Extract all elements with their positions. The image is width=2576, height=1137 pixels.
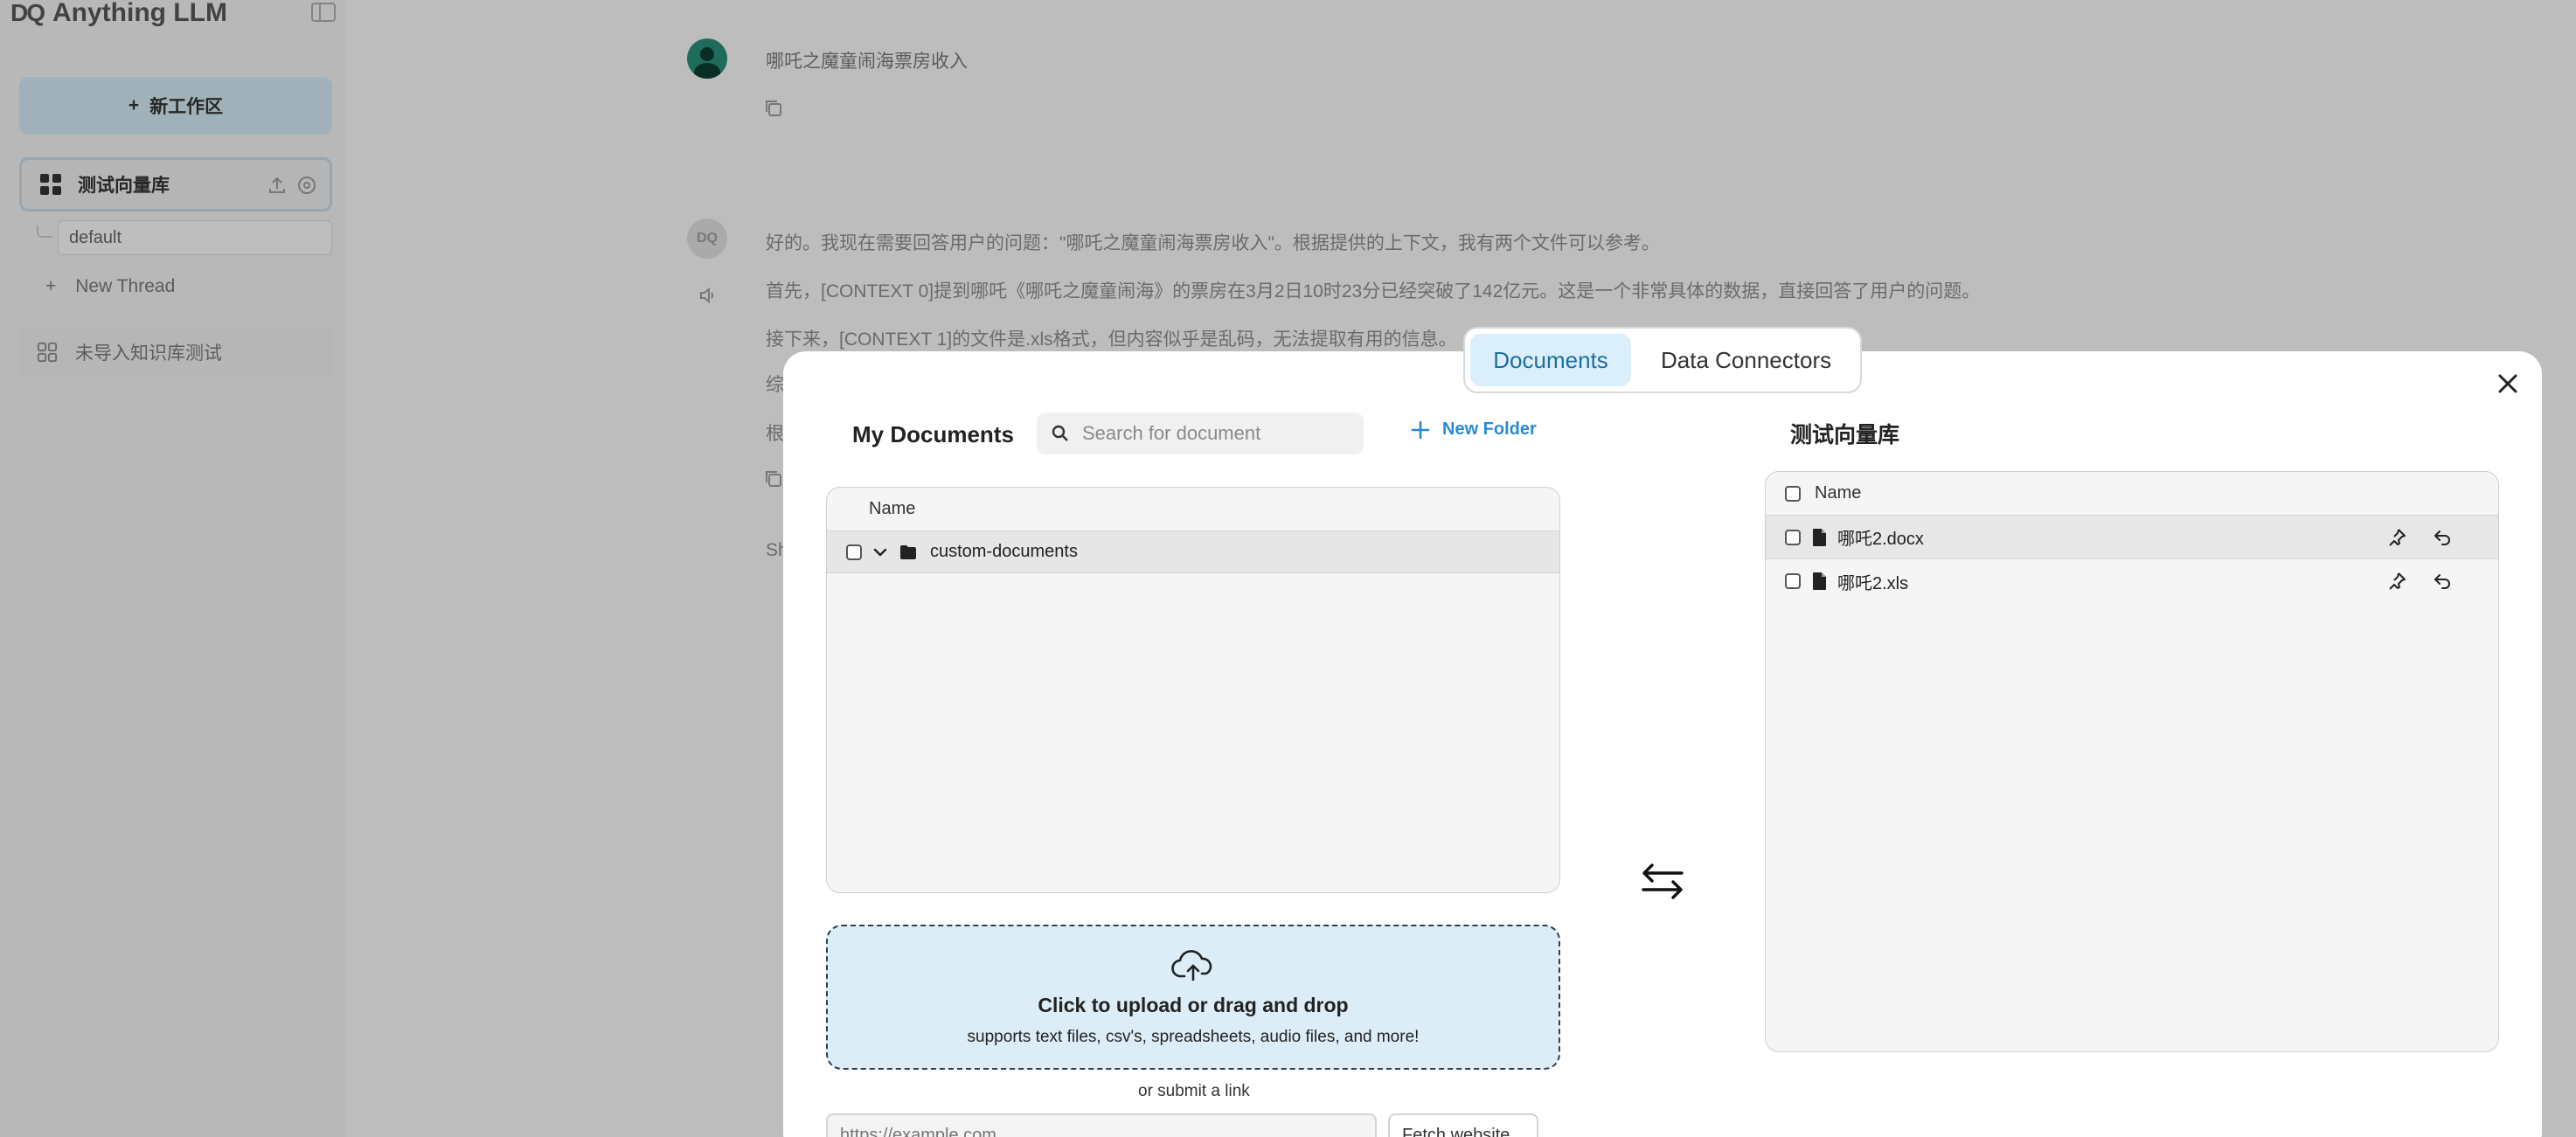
new-folder-button[interactable]: New Folder	[1411, 419, 1537, 440]
file-checkbox[interactable]	[1785, 529, 1801, 545]
document-search	[1037, 413, 1364, 454]
chevron-down-icon[interactable]	[871, 543, 890, 562]
undo-icon[interactable]	[2432, 527, 2453, 548]
column-name: Name	[869, 499, 916, 518]
tab-data-connectors[interactable]: Data Connectors	[1638, 334, 1854, 386]
folder-row[interactable]: custom-documents	[827, 531, 1559, 573]
folder-name: custom-documents	[930, 542, 1078, 561]
select-all-checkbox[interactable]	[1785, 485, 1801, 502]
search-icon	[1052, 425, 1068, 441]
close-icon[interactable]	[2495, 371, 2521, 397]
workspace-documents-title: 测试向量库	[1790, 423, 1900, 447]
file-icon	[1813, 572, 1826, 590]
file-row[interactable]: 哪吒2.docx	[1766, 516, 2498, 559]
fetch-website-button[interactable]: Fetch website	[1388, 1113, 1538, 1137]
swap-arrows-icon[interactable]	[1640, 860, 1685, 902]
submit-link-label: or submit a link	[1138, 1082, 1250, 1100]
undo-icon[interactable]	[2432, 571, 2453, 592]
file-name: 哪吒2.xls	[1837, 573, 1909, 593]
upload-subtitle: supports text files, csv's, spreadsheets…	[967, 1027, 1420, 1046]
pin-icon[interactable]	[2386, 571, 2407, 592]
pin-icon[interactable]	[2386, 527, 2407, 548]
folder-icon	[900, 544, 916, 559]
plus-icon	[1411, 420, 1430, 439]
search-input[interactable]	[1082, 422, 1344, 445]
table-header: Name	[1766, 472, 2498, 516]
folder-checkbox[interactable]	[846, 544, 862, 560]
cloud-upload-icon	[1171, 949, 1212, 981]
file-row[interactable]: 哪吒2.xls	[1766, 559, 2498, 603]
column-name: Name	[1815, 483, 1862, 503]
upload-title: Click to upload or drag and drop	[1038, 993, 1349, 1016]
new-folder-label: New Folder	[1442, 419, 1537, 439]
link-input[interactable]	[826, 1113, 1377, 1137]
my-documents-title: My Documents	[852, 421, 1014, 447]
upload-dropzone[interactable]: Click to upload or drag and drop support…	[826, 925, 1560, 1070]
file-icon	[1813, 528, 1826, 546]
modal-tabs: Documents Data Connectors	[1463, 327, 1862, 393]
table-header: Name	[827, 488, 1559, 531]
file-name: 哪吒2.docx	[1837, 530, 1924, 549]
workspace-documents-table: Name 哪吒2.docx 哪吒2.xls	[1765, 471, 2499, 1052]
file-checkbox[interactable]	[1785, 573, 1801, 589]
tab-documents[interactable]: Documents	[1470, 334, 1631, 386]
my-documents-table: Name custom-documents	[826, 487, 1560, 893]
